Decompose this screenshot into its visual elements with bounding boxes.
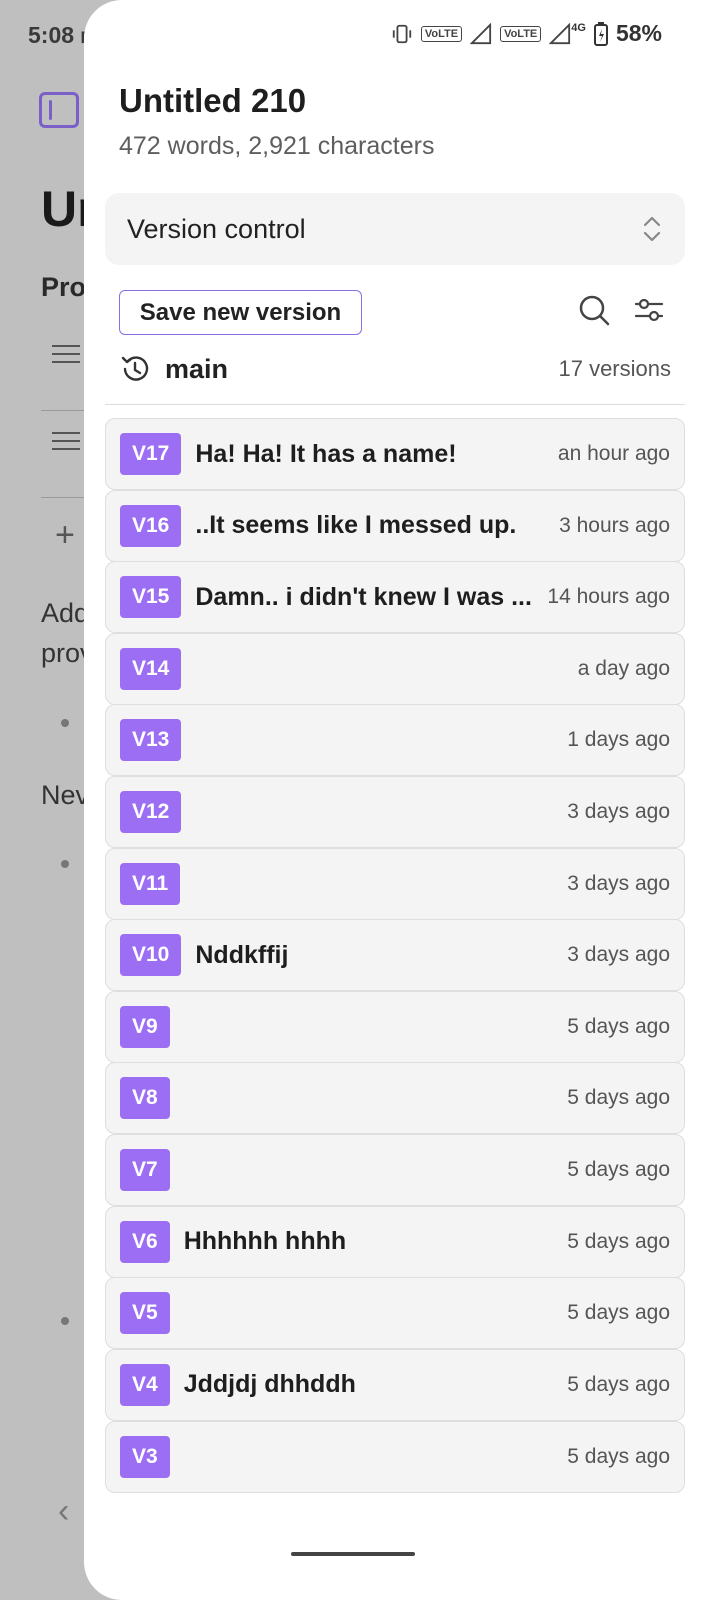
sliders-icon	[634, 298, 664, 322]
version-time: 5 days ago	[567, 1229, 670, 1253]
version-item[interactable]: V13 1 days ago	[105, 704, 685, 777]
version-badge: V14	[120, 647, 182, 690]
version-badge: V17	[120, 433, 182, 475]
status-icons: VoLTE VoLTE 4G 58%	[391, 20, 662, 47]
chevron-updown-icon	[643, 216, 661, 242]
version-item[interactable]: V14 a day ago	[105, 632, 685, 705]
version-title: Hhhhhh hhhh	[183, 1227, 347, 1256]
bg-property-label: Pro	[41, 272, 87, 302]
version-control-select[interactable]: Version control	[105, 193, 685, 265]
version-badge: V10	[120, 934, 182, 977]
battery-percent: 58%	[615, 20, 662, 46]
bg-text-line: Add	[41, 598, 90, 628]
version-item[interactable]: V15 Damn.. i didn't knew I was ... 14 hour…	[105, 561, 685, 634]
home-indicator[interactable]	[291, 1552, 415, 1556]
save-new-version-button[interactable]: Save new version	[119, 290, 362, 335]
version-item[interactable]: V12 3 days ago	[105, 776, 685, 849]
version-title: ..It seems like I messed up.	[195, 511, 517, 540]
version-item[interactable]: V16 ..It seems like I messed up. 3 hours a…	[105, 489, 685, 562]
version-time: 3 days ago	[567, 800, 670, 824]
version-list: V17 Ha! Ha! It has a name! an hour ago V16.…	[105, 418, 685, 1493]
version-item[interactable]: V11 3 days ago	[105, 847, 685, 920]
version-title: Jddjdj dhhddh	[183, 1370, 356, 1399]
version-count: 17 versions	[558, 356, 671, 381]
version-item[interactable]: V8 5 days ago	[105, 1062, 685, 1135]
bg-menu-lines-icon	[52, 432, 80, 452]
version-badge: V12	[120, 791, 182, 834]
version-item[interactable]: V9 5 days ago	[105, 990, 685, 1063]
version-badge: V3	[120, 1435, 170, 1478]
version-time: 3 days ago	[567, 871, 670, 895]
version-time: 5 days ago	[567, 1372, 670, 1396]
version-drawer: VoLTE VoLTE 4G 58% Untitled 210 472 word…	[84, 0, 720, 1600]
volte-badge: VoLTE	[420, 25, 463, 42]
branch-name: main	[165, 353, 229, 384]
sidebar-toggle-icon[interactable]	[39, 92, 79, 128]
version-item[interactable]: V7 5 days ago	[105, 1134, 685, 1207]
history-icon	[121, 356, 149, 381]
signal-icon	[470, 22, 492, 44]
divider	[105, 404, 685, 405]
version-time: 5 days ago	[567, 1014, 670, 1038]
version-item[interactable]: V10 Nddkffij 3 days ago	[105, 919, 685, 992]
filter-button[interactable]	[629, 290, 669, 330]
bg-bullet	[61, 1317, 69, 1325]
battery-icon	[593, 21, 608, 46]
search-button[interactable]	[574, 290, 614, 330]
back-chevron-icon[interactable]: ‹	[58, 1492, 69, 1531]
search-icon	[579, 295, 610, 326]
bg-add-icon: +	[55, 516, 75, 554]
document-title: Untitled 210	[119, 82, 307, 119]
version-time: 3 hours ago	[559, 513, 670, 537]
version-item[interactable]: V17 Ha! Ha! It has a name! an hour ago	[105, 418, 685, 490]
signal-icon	[549, 22, 571, 44]
version-badge: V9	[120, 1005, 170, 1048]
version-badge: V4	[120, 1363, 170, 1406]
version-badge: V7	[120, 1149, 170, 1192]
version-title: Nddkffij	[195, 940, 289, 969]
version-time: 5 days ago	[567, 1086, 670, 1110]
network-type: 4G	[571, 21, 586, 34]
version-time: a day ago	[577, 656, 670, 680]
bg-text-line: Nev	[41, 780, 90, 810]
version-time: an hour ago	[557, 442, 670, 465]
volte-badge: VoLTE	[500, 25, 542, 42]
branch-row[interactable]: main 17 versions	[119, 344, 671, 394]
version-time: 1 days ago	[567, 728, 670, 752]
version-item[interactable]: V3 5 days ago	[105, 1420, 685, 1493]
bg-bullet	[61, 860, 69, 868]
bg-menu-lines-icon	[52, 345, 80, 365]
version-badge: V15	[120, 576, 182, 619]
version-item[interactable]: V4 Jddjdj dhhddh 5 days ago	[105, 1348, 685, 1421]
version-badge: V13	[120, 719, 182, 762]
version-time: 14 hours ago	[547, 585, 670, 609]
version-item[interactable]: V6 Hhhhhh hhhh 5 days ago	[105, 1205, 685, 1278]
version-time: 5 days ago	[567, 1444, 670, 1468]
version-title: Damn.. i didn't knew I was ...	[195, 582, 532, 611]
version-badge: V6	[120, 1220, 170, 1263]
select-label: Version control	[127, 213, 306, 244]
document-stats: 472 words, 2,921 characters	[119, 132, 435, 160]
version-time: 3 days ago	[567, 943, 670, 967]
version-badge: V5	[120, 1292, 170, 1335]
vibrate-icon	[392, 24, 412, 43]
version-badge: V8	[120, 1077, 170, 1120]
version-item[interactable]: V5 5 days ago	[105, 1277, 685, 1350]
version-title: Ha! Ha! It has a name!	[195, 439, 457, 468]
version-badge: V16	[120, 504, 182, 547]
bg-bullet	[61, 719, 69, 727]
version-time: 5 days ago	[567, 1158, 670, 1182]
version-badge: V11	[120, 862, 181, 905]
version-time: 5 days ago	[567, 1301, 670, 1325]
